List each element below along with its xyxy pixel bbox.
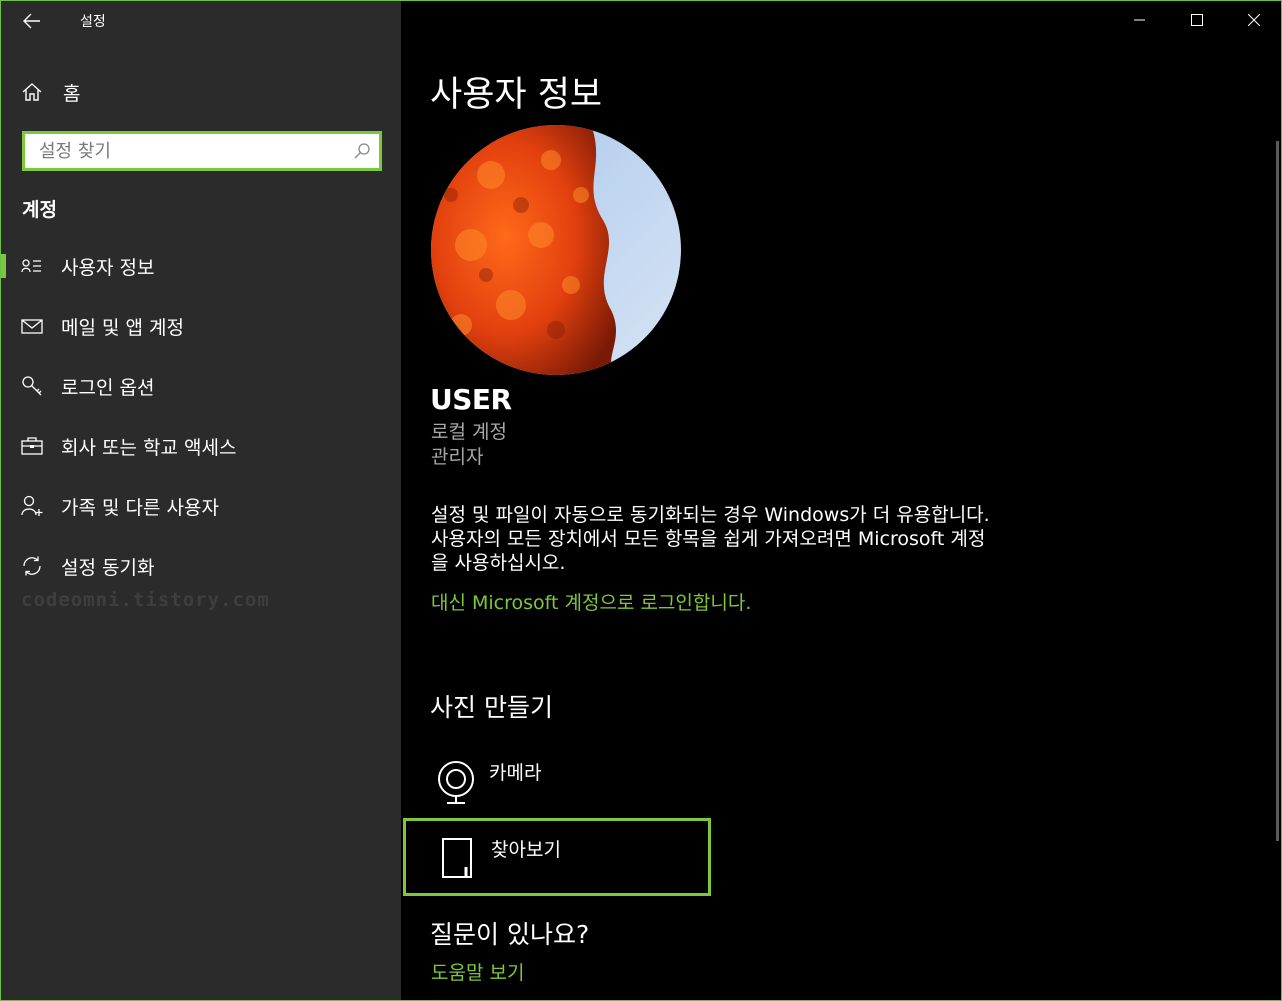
sidebar-item-mail-accounts[interactable]: 메일 및 앱 계정 (1, 296, 401, 356)
search-input[interactable] (25, 139, 341, 163)
user-role: 관리자 (431, 446, 484, 468)
sidebar-nav: 사용자 정보 메일 및 앱 계정 로그인 옵션 회사 또는 학교 액세스 가족 … (1, 236, 401, 596)
account-type: 로컬 계정 (431, 421, 507, 443)
briefcase-icon (21, 435, 43, 457)
sidebar-item-signin-options[interactable]: 로그인 옵션 (1, 356, 401, 416)
user-info-icon (21, 255, 43, 277)
search-box[interactable] (22, 131, 382, 171)
sidebar-item-label: 가족 및 다른 사용자 (61, 496, 219, 519)
app-title: 설정 (80, 14, 106, 30)
section-title: 계정 (22, 199, 57, 221)
sidebar-item-label: 메일 및 앱 계정 (61, 316, 184, 339)
add-user-icon (21, 495, 43, 517)
help-link[interactable]: 도움말 보기 (431, 958, 524, 985)
camera-button[interactable]: 카메라 (431, 753, 731, 809)
browse-button[interactable]: 찾아보기 (403, 818, 711, 896)
camera-label: 카메라 (489, 762, 542, 784)
user-name: USER (430, 383, 512, 416)
back-arrow-icon (23, 13, 40, 29)
sidebar-item-label: 로그인 옵션 (61, 376, 155, 399)
browse-label: 찾아보기 (491, 839, 561, 861)
sync-icon (21, 555, 43, 577)
key-icon (21, 375, 43, 397)
sidebar-item-family-users[interactable]: 가족 및 다른 사용자 (1, 476, 401, 536)
scrollbar[interactable] (1276, 141, 1279, 841)
sidebar-item-sync-settings[interactable]: 설정 동기화 (1, 536, 401, 596)
mail-icon (21, 315, 43, 337)
watermark: codeomni.tistory.com (21, 589, 270, 611)
sidebar: 설정 홈 계정 사용자 정보 (1, 1, 401, 1000)
sidebar-item-label: 홈 (63, 82, 81, 105)
sidebar-item-home[interactable]: 홈 (21, 79, 80, 105)
page-title: 사용자 정보 (430, 75, 603, 115)
sidebar-item-label: 사용자 정보 (61, 256, 155, 279)
avatar (431, 125, 681, 375)
home-icon (22, 83, 42, 101)
main-content: 사용자 정보 USER 로컬 계정 관리자 설정 및 파일이 자동으로 동기화되… (401, 1, 1281, 999)
microsoft-signin-link[interactable]: 대신 Microsoft 계정으로 로그인합니다. (431, 588, 751, 615)
sidebar-item-work-school[interactable]: 회사 또는 학교 액세스 (1, 416, 401, 476)
create-photo-heading: 사진 만들기 (430, 693, 553, 722)
sidebar-item-user-info[interactable]: 사용자 정보 (1, 236, 401, 296)
sync-info-text: 설정 및 파일이 자동으로 동기화되는 경우 Windows가 더 유용합니다.… (431, 504, 990, 574)
search-icon[interactable] (353, 142, 371, 160)
back-button[interactable] (19, 9, 45, 33)
sidebar-item-label: 회사 또는 학교 액세스 (61, 436, 237, 459)
questions-heading: 질문이 있나요? (430, 920, 590, 949)
camera-icon (438, 761, 474, 804)
folder-icon (442, 838, 472, 878)
sidebar-item-label: 설정 동기화 (61, 556, 155, 579)
